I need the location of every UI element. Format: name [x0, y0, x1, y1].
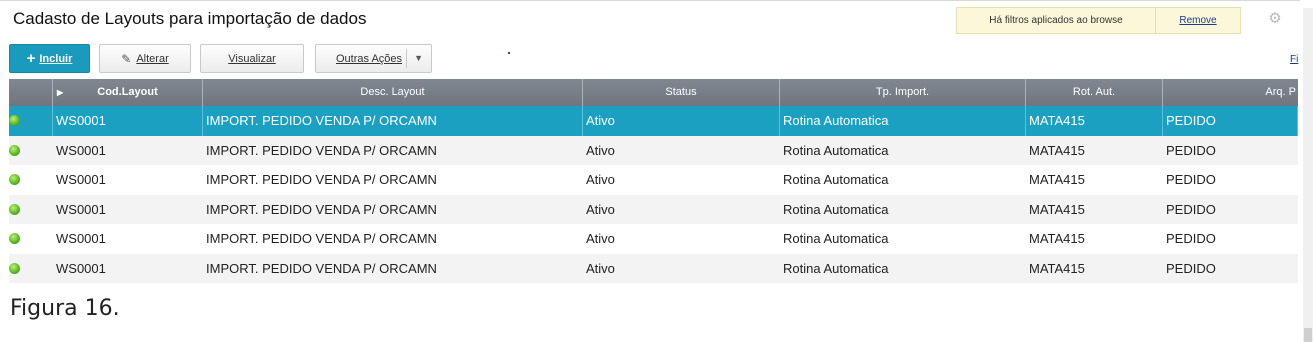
status-cell — [9, 224, 53, 254]
cell-code: WS0001 — [56, 172, 106, 188]
header-arq[interactable]: Arq. P — [1163, 79, 1298, 106]
cell-rot-aut: MATA415 — [1029, 172, 1085, 188]
filter-notice: Há filtros aplicados ao browse Remove — [956, 7, 1241, 34]
cell-arq: PEDIDO — [1166, 172, 1216, 188]
page-title: Cadasto de Layouts para importação de da… — [13, 9, 367, 28]
cell-rot-aut: MATA415 — [1029, 201, 1085, 217]
cell-arq: PEDIDO — [1166, 201, 1216, 217]
cell-status: Ativo — [586, 260, 615, 276]
cell-rot-aut: MATA415 — [1029, 260, 1085, 276]
cell-arq: PEDIDO — [1166, 260, 1216, 276]
data-grid: ▶ Cod.Layout Desc. Layout Status Tp. Imp… — [9, 79, 1298, 283]
outras-acoes-label: Outras Ações — [336, 52, 403, 65]
visualizar-button[interactable]: Visualizar — [200, 44, 304, 73]
cell-arq: PEDIDO — [1166, 231, 1216, 247]
header-tp-import[interactable]: Tp. Import. — [780, 79, 1026, 106]
cell-tp-import: Rotina Automatica — [783, 172, 889, 188]
scrollbar-thumb[interactable] — [1304, 328, 1312, 342]
status-cell — [9, 136, 53, 166]
table-row[interactable]: WS0001 IMPORT. PEDIDO VENDA P/ ORCAMN Ativ… — [9, 253, 1298, 284]
cell-tp-import: Rotina Automatica — [783, 260, 889, 276]
scrollbar-track — [1304, 28, 1312, 328]
cell-tp-import: Rotina Automatica — [783, 231, 889, 247]
sort-arrow-icon: ▶ — [57, 88, 64, 97]
status-cell — [9, 165, 53, 195]
cell-code: WS0001 — [56, 260, 106, 276]
status-green-icon — [9, 262, 20, 274]
alterar-button[interactable]: ✎ Alterar — [99, 44, 191, 73]
cell-arq: PEDIDO — [1163, 106, 1298, 136]
gear-icon[interactable]: ⚙ — [1267, 11, 1283, 27]
status-green-icon — [9, 174, 20, 186]
cell-status: Ativo — [586, 142, 615, 158]
cell-status: Ativo — [586, 201, 615, 217]
cell-rot-aut: MATA415 — [1029, 231, 1085, 247]
plus-icon: + — [26, 50, 36, 67]
filter-message: Há filtros aplicados ao browse — [957, 8, 1156, 33]
pencil-icon: ✎ — [121, 51, 132, 66]
cell-status: Ativo — [586, 231, 615, 247]
status-cell — [9, 254, 53, 284]
cell-tp-import: Rotina Automatica — [783, 201, 889, 217]
cell-desc: IMPORT. PEDIDO VENDA P/ ORCAMN — [206, 142, 437, 158]
incluir-button[interactable]: + Incluir — [9, 44, 90, 73]
cell-rot-aut: MATA415 — [1026, 106, 1163, 136]
header-status[interactable]: Status — [583, 79, 780, 106]
cell-rot-aut: MATA415 — [1029, 142, 1085, 158]
outras-acoes-button[interactable]: Outras Ações ▼ — [315, 44, 432, 73]
visualizar-label: Visualizar — [228, 52, 276, 65]
cell-desc: IMPORT. PEDIDO VENDA P/ ORCAMN — [206, 172, 437, 188]
cell-arq: PEDIDO — [1166, 142, 1216, 158]
cell-desc: IMPORT. PEDIDO VENDA P/ ORCAMN — [203, 106, 583, 136]
table-row[interactable]: WS0001 IMPORT. PEDIDO VENDA P/ ORCAMN Ativ… — [9, 135, 1298, 166]
status-green-icon — [9, 233, 20, 245]
incluir-label: Incluir — [39, 52, 73, 65]
status-green-icon — [9, 144, 20, 156]
figure-caption: Figura 16. — [10, 296, 120, 321]
status-cell — [9, 195, 53, 225]
table-row[interactable]: WS0001 IMPORT. PEDIDO VENDA P/ ORCAMN Ativ… — [9, 106, 1298, 136]
cell-code: WS0001 — [56, 142, 106, 158]
remove-filter-link[interactable]: Remove — [1156, 15, 1240, 26]
stray-dot — [508, 52, 510, 54]
cell-tp-import: Rotina Automatica — [783, 142, 889, 158]
table-row[interactable]: WS0001 IMPORT. PEDIDO VENDA P/ ORCAMN Ativ… — [9, 165, 1298, 195]
status-cell — [9, 106, 53, 136]
chevron-down-icon: ▼ — [414, 53, 423, 63]
cell-status: Ativo — [586, 172, 615, 188]
cell-desc: IMPORT. PEDIDO VENDA P/ ORCAMN — [206, 231, 437, 247]
header-rot-aut[interactable]: Rot. Aut. — [1026, 79, 1163, 106]
cell-status: Ativo — [583, 106, 780, 136]
header-cod-layout-label: Cod.Layout — [97, 86, 158, 98]
header-desc-layout[interactable]: Desc. Layout — [203, 79, 583, 106]
table-row[interactable]: WS0001 IMPORT. PEDIDO VENDA P/ ORCAMN Ativ… — [9, 224, 1298, 254]
filter-link[interactable]: Fi — [1290, 54, 1298, 65]
top-divider — [0, 0, 1300, 1]
status-green-icon — [9, 203, 20, 215]
dropdown-divider — [406, 49, 407, 68]
header-status-col — [9, 79, 53, 106]
grid-header: ▶ Cod.Layout Desc. Layout Status Tp. Imp… — [9, 79, 1298, 106]
header-cod-layout[interactable]: ▶ Cod.Layout — [53, 79, 203, 106]
cell-desc: IMPORT. PEDIDO VENDA P/ ORCAMN — [206, 201, 437, 217]
cell-code: WS0001 — [53, 106, 203, 136]
cell-code: WS0001 — [56, 201, 106, 217]
cell-desc: IMPORT. PEDIDO VENDA P/ ORCAMN — [206, 260, 437, 276]
cell-code: WS0001 — [56, 231, 106, 247]
table-row[interactable]: WS0001 IMPORT. PEDIDO VENDA P/ ORCAMN Ativ… — [9, 194, 1298, 225]
vertical-scrollbar[interactable] — [1303, 8, 1313, 342]
status-green-icon — [9, 115, 20, 127]
grid-body: WS0001 IMPORT. PEDIDO VENDA P/ ORCAMN Ativ… — [9, 106, 1298, 283]
alterar-label: Alterar — [136, 52, 169, 65]
cell-tp-import: Rotina Automatica — [780, 106, 1026, 136]
